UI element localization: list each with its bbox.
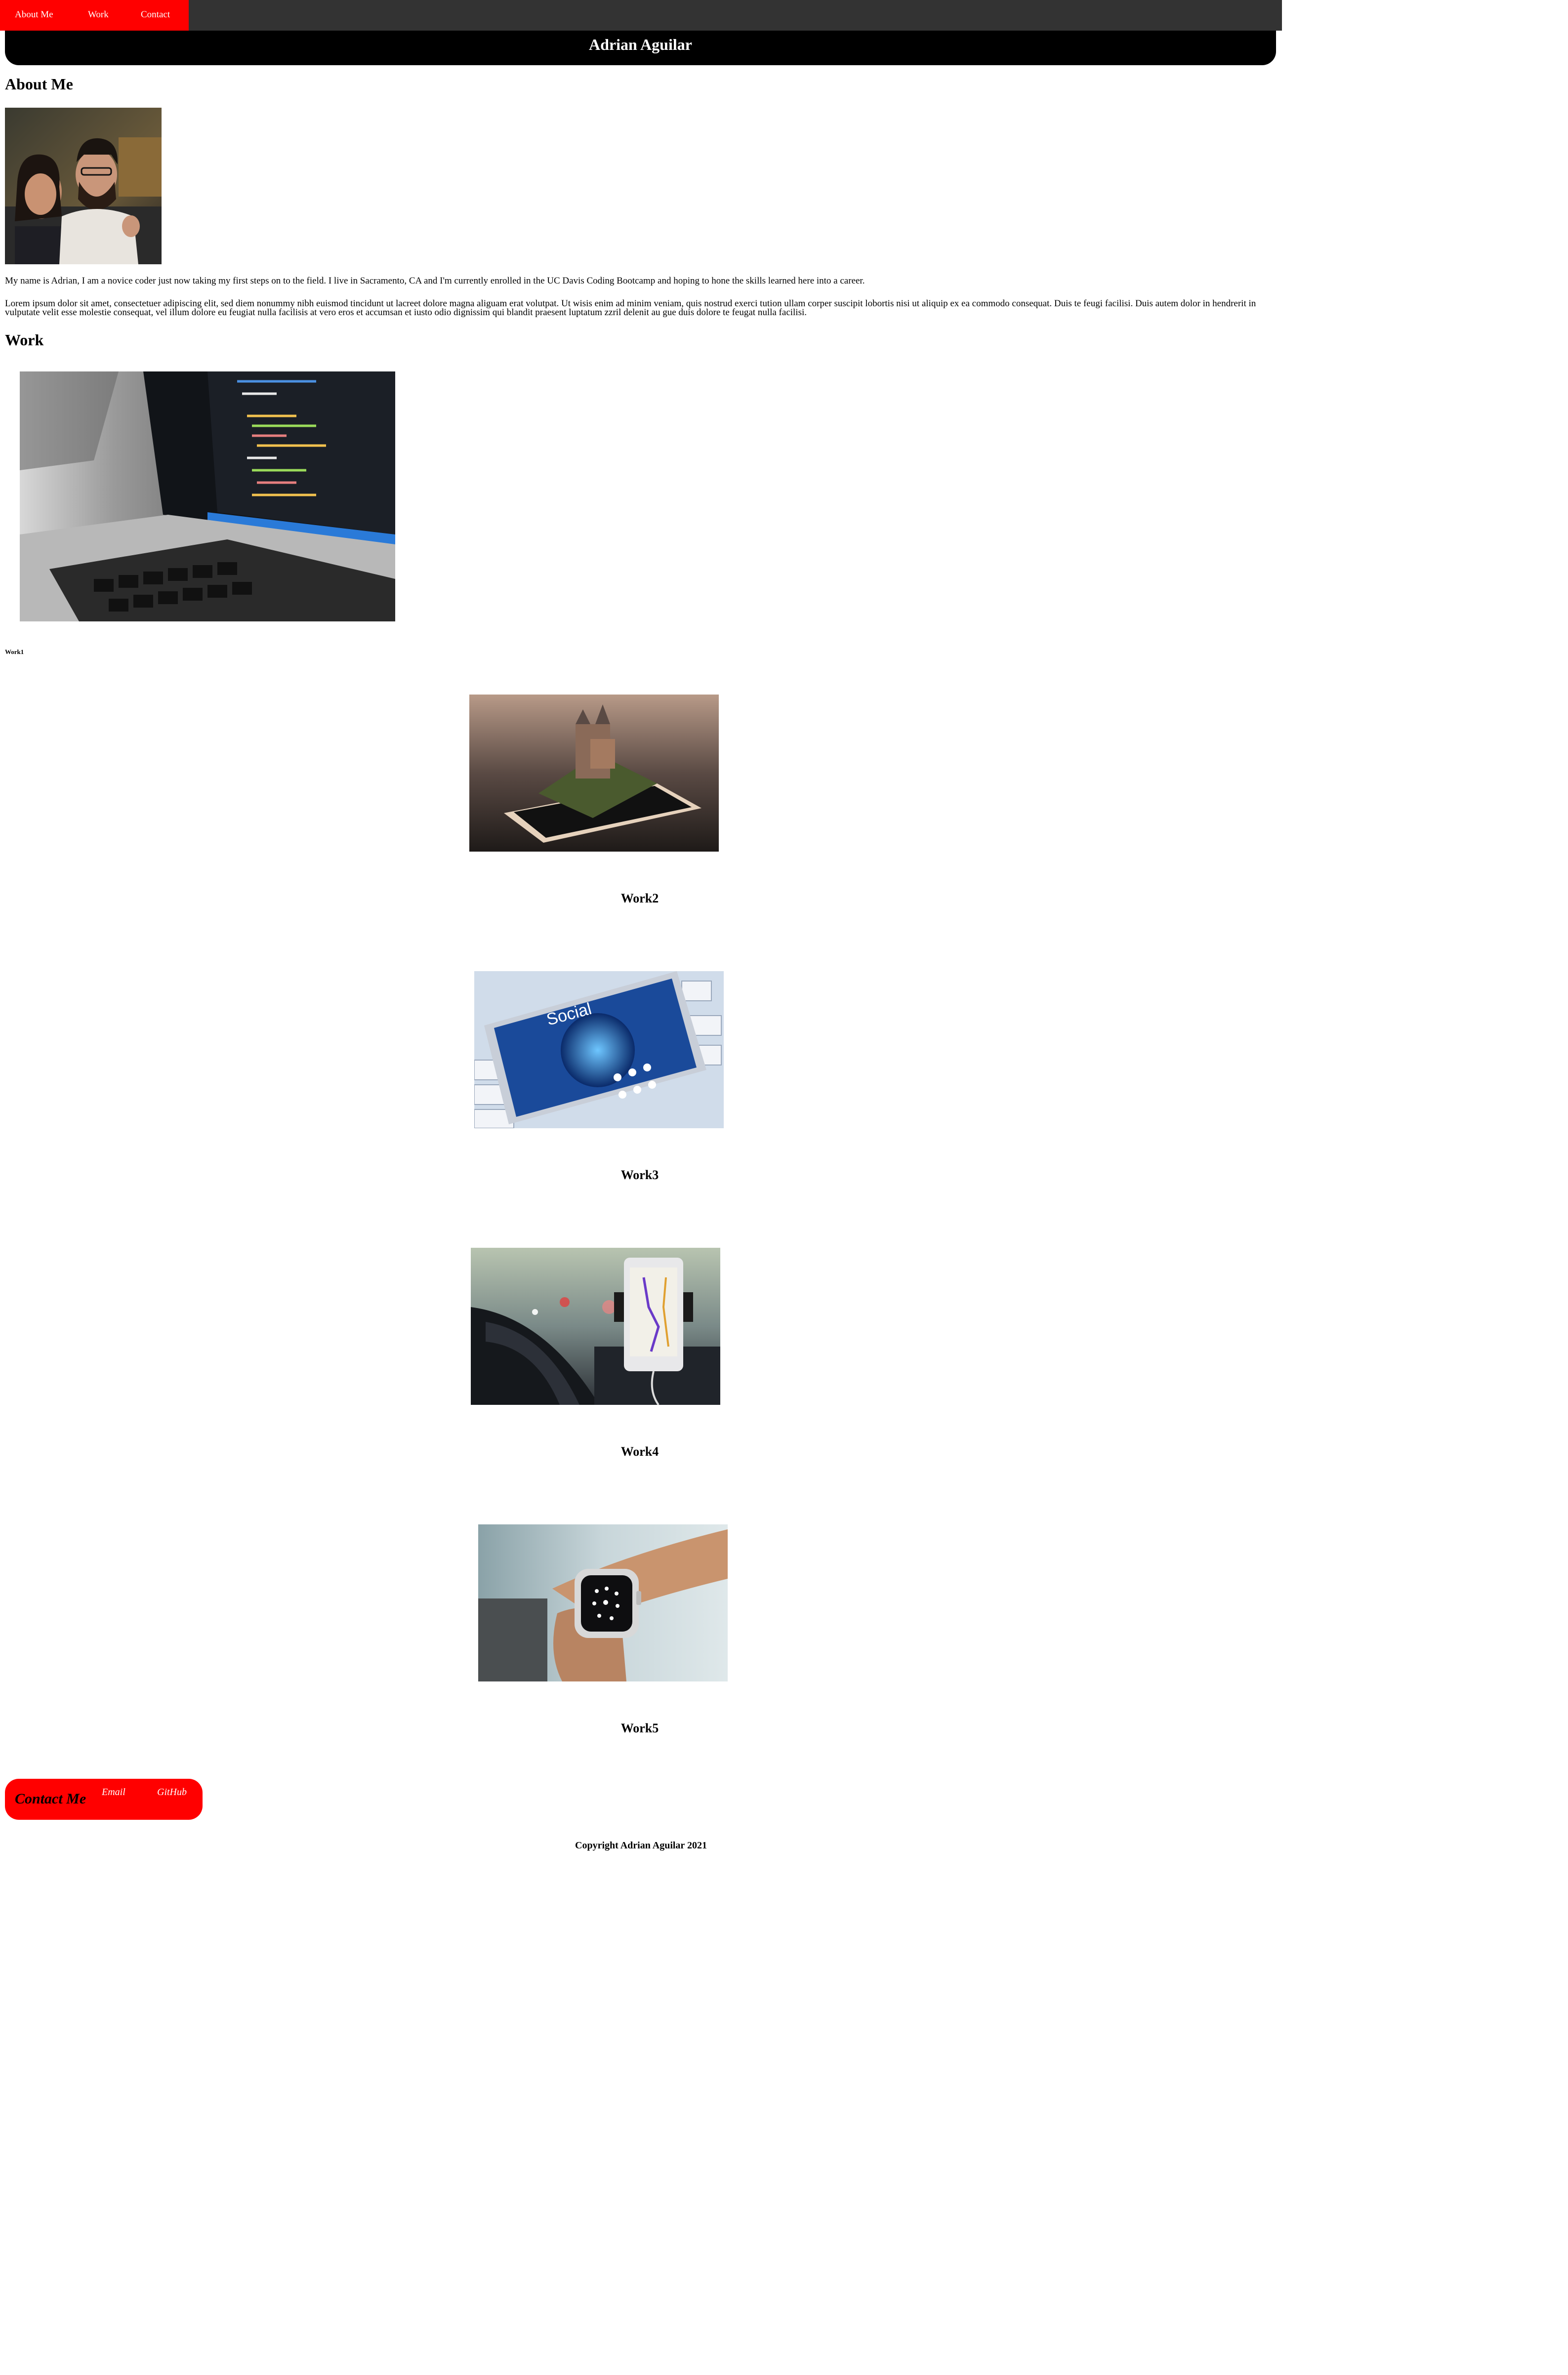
- work4-caption: Work4: [620, 1444, 659, 1459]
- work1-caption: Work1: [5, 648, 24, 655]
- work2-caption: Work2: [620, 891, 659, 905]
- github-link[interactable]: GitHub: [157, 1787, 187, 1798]
- nav-link-work[interactable]: Work: [88, 9, 109, 20]
- contact-box: Contact Me Email GitHub: [5, 1779, 203, 1820]
- nav-link-about-me[interactable]: About Me: [15, 9, 53, 20]
- work5-image[interactable]: [478, 1524, 728, 1681]
- email-link[interactable]: Email: [102, 1787, 125, 1798]
- work3-caption: Work3: [620, 1168, 659, 1182]
- work1-image[interactable]: [20, 371, 395, 621]
- work4-image[interactable]: [471, 1248, 720, 1405]
- nav-links-container: About Me Work Contact: [0, 0, 189, 31]
- work3-image[interactable]: Social: [474, 971, 724, 1128]
- about-lorem-text: Lorem ipsum dolor sit amet, consectetuer…: [5, 298, 1256, 318]
- about-intro-text: My name is Adrian, I am a novice coder j…: [5, 276, 865, 286]
- about-heading: About Me: [5, 75, 73, 93]
- work5-caption: Work5: [620, 1721, 659, 1735]
- top-nav-bar: About Me Work Contact: [0, 0, 1282, 31]
- work2-image[interactable]: [469, 695, 719, 852]
- footer-copyright: Copyright Adrian Aguilar 2021: [575, 1840, 707, 1851]
- contact-title: Contact Me: [15, 1791, 86, 1807]
- site-title: Adrian Aguilar: [589, 36, 692, 53]
- work-heading: Work: [5, 331, 44, 349]
- site-header: Adrian Aguilar: [5, 31, 1276, 65]
- profile-photo: [5, 108, 162, 264]
- nav-link-contact[interactable]: Contact: [141, 9, 170, 20]
